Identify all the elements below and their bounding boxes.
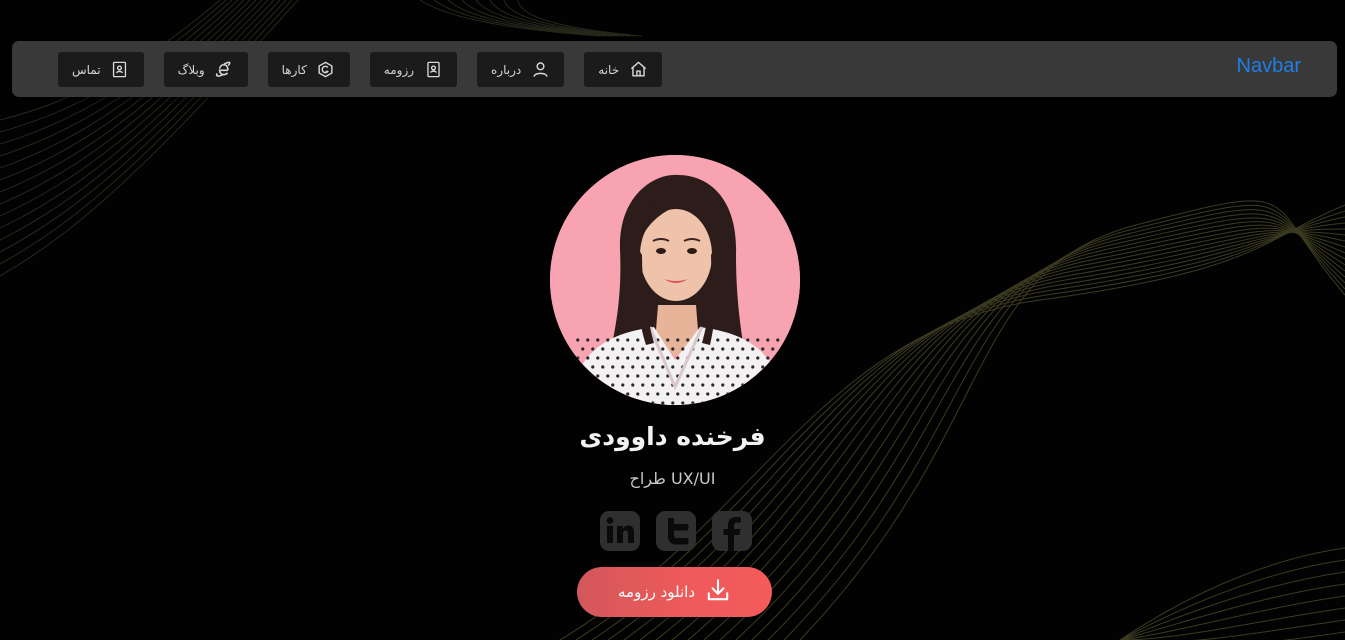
- nav-item-resume[interactable]: رزومه: [369, 52, 458, 87]
- portfolio-icon: [316, 60, 336, 80]
- download-label: دانلود رزومه: [618, 583, 695, 601]
- twitter-link[interactable]: [655, 510, 697, 552]
- social-links: [598, 510, 753, 552]
- nav-item-label: خانه: [598, 62, 620, 77]
- nav-menu: خانه درباره رزومه کارها وبلاگ تماس: [58, 52, 663, 87]
- navbar-brand[interactable]: Navbar: [1237, 55, 1301, 78]
- nav-item-about[interactable]: درباره: [477, 52, 565, 87]
- facebook-icon: [711, 511, 752, 551]
- nav-item-label: درباره: [491, 62, 522, 77]
- nav-item-label: رزومه: [383, 62, 415, 77]
- nav-item-label: وبلاگ: [177, 62, 205, 77]
- facebook-link[interactable]: [711, 510, 753, 552]
- download-icon: [705, 577, 731, 607]
- user-icon: [530, 60, 550, 80]
- profile-name: فرخنده داوودی: [579, 422, 766, 451]
- linkedin-icon: [599, 511, 640, 551]
- blog-icon: [214, 60, 234, 80]
- nav-item-blog[interactable]: وبلاگ: [163, 52, 248, 87]
- page: Navbar خانه درباره رزومه کارها وبلاگ تما…: [0, 0, 1345, 640]
- nav-item-portfolio[interactable]: کارها: [267, 52, 350, 87]
- nav-item-label: تماس: [72, 62, 101, 77]
- profile-photo: [550, 155, 800, 405]
- nav-item-contact[interactable]: تماس: [58, 52, 144, 87]
- profile-role: طراح UX/UI: [629, 469, 716, 488]
- home-icon: [628, 60, 648, 80]
- contact-icon: [110, 60, 130, 80]
- linkedin-link[interactable]: [599, 510, 641, 552]
- twitter-icon: [655, 511, 696, 551]
- navbar: Navbar خانه درباره رزومه کارها وبلاگ تما…: [12, 41, 1337, 97]
- download-resume-button[interactable]: دانلود رزومه: [577, 567, 772, 617]
- nav-item-label: کارها: [281, 62, 307, 77]
- nav-item-home[interactable]: خانه: [584, 52, 663, 87]
- resume-icon: [423, 60, 443, 80]
